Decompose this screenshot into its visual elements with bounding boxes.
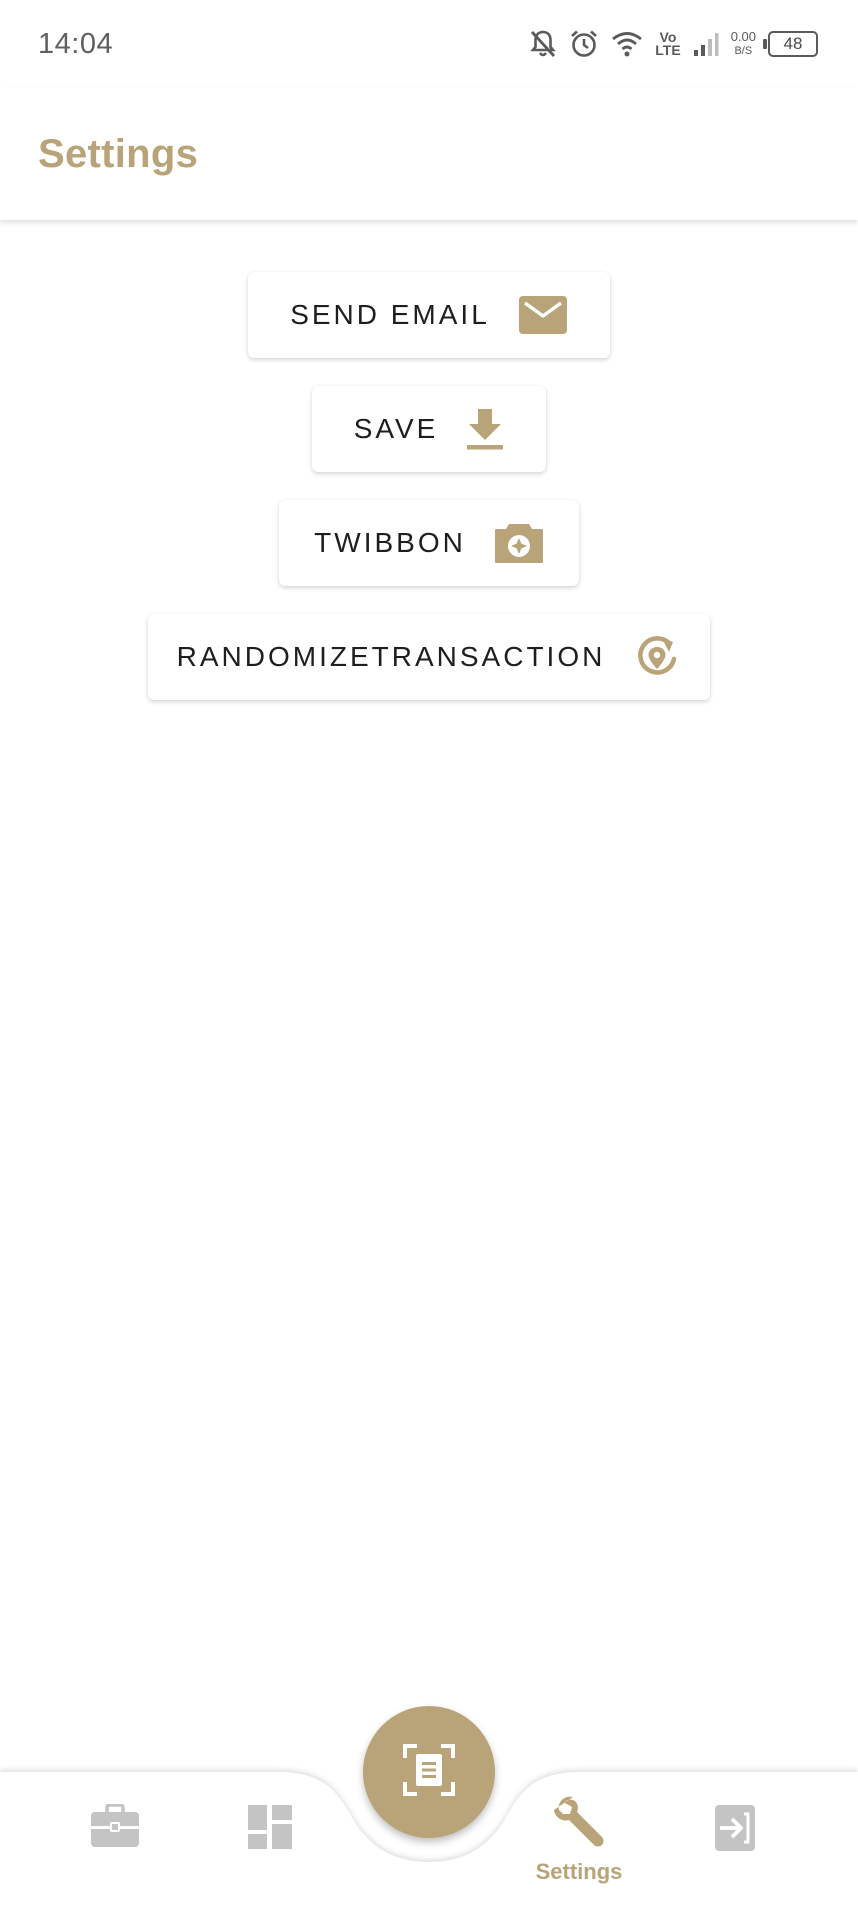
scan-fab-button[interactable] <box>363 1706 495 1838</box>
dashboard-icon <box>247 1804 293 1855</box>
status-icons: Vo LTE 0.00 B/S 48 <box>529 29 818 59</box>
volte-bottom-label: LTE <box>655 42 681 58</box>
save-button[interactable]: SAVE <box>312 386 546 472</box>
page-title: Settings <box>38 131 199 176</box>
randomize-transaction-label: RANDOMIZETRANSACTION <box>176 641 606 672</box>
bell-off-icon <box>529 29 557 59</box>
net-speed-value: 0.00 <box>730 29 756 44</box>
nav-item-login[interactable] <box>685 1804 785 1894</box>
nav-item-dashboard[interactable] <box>220 1804 320 1894</box>
nav-item-settings[interactable]: Settings <box>529 1794 629 1884</box>
volte-icon: Vo LTE <box>655 30 681 58</box>
download-icon <box>466 408 504 450</box>
nav-item-briefcase[interactable] <box>65 1803 165 1894</box>
app-bar: Settings <box>0 88 858 220</box>
screen: 14:04 Vo LTE 0.00 B/S 48 Settings SEND E… <box>0 0 858 1906</box>
wifi-icon <box>611 30 643 58</box>
status-time: 14:04 <box>38 27 114 60</box>
twibbon-label: TWIBBON <box>314 527 466 558</box>
randomize-transaction-button[interactable]: RANDOMIZETRANSACTION <box>148 614 710 700</box>
send-email-label: SEND EMAIL <box>290 299 490 330</box>
alarm-icon <box>569 29 599 59</box>
save-label: SAVE <box>353 413 439 444</box>
nav-label-settings: Settings <box>535 1859 623 1884</box>
camera-icon <box>494 522 544 564</box>
randomize-icon <box>633 633 681 681</box>
mail-icon <box>518 295 568 335</box>
send-email-button[interactable]: SEND EMAIL <box>248 272 610 358</box>
battery-level: 48 <box>783 34 803 53</box>
net-speed: 0.00 B/S <box>731 30 756 58</box>
battery-icon: 48 <box>763 31 818 57</box>
net-speed-unit: B/S <box>734 45 753 57</box>
status-bar: 14:04 Vo LTE 0.00 B/S 48 <box>0 0 858 88</box>
scan-document-icon <box>403 1743 455 1801</box>
signal-icon <box>693 31 719 57</box>
wrench-icon <box>551 1794 607 1855</box>
login-icon <box>714 1804 756 1857</box>
twibbon-button[interactable]: TWIBBON <box>279 500 579 586</box>
briefcase-icon <box>90 1803 140 1853</box>
